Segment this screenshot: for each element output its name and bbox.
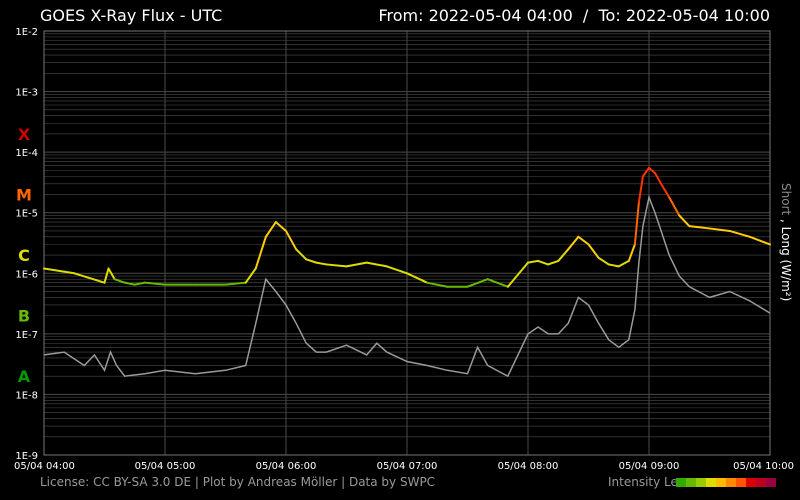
long-flux-segment xyxy=(506,261,529,288)
flare-class-labels: X M C B A xyxy=(16,125,32,386)
flare-class-x: X xyxy=(18,125,31,144)
long-flux-segment xyxy=(627,243,636,262)
long-flux-segment xyxy=(527,259,540,264)
long-flux-segment xyxy=(365,261,388,268)
long-flux-segment xyxy=(43,267,76,275)
long-flux-segment xyxy=(305,258,318,264)
intensity-legend-swatch xyxy=(756,478,766,487)
intensity-legend-label: Intensity Legend xyxy=(608,475,676,489)
long-flux-segment xyxy=(567,235,580,251)
long-flux-segment xyxy=(587,243,600,259)
intensity-legend-swatch xyxy=(686,478,696,487)
x-axis-tick-labels: 05/04 04:00 05/04 05:00 05/04 06:00 05/04 0… xyxy=(14,461,794,472)
long-flux-segment xyxy=(728,229,751,238)
long-flux-segment xyxy=(633,201,640,246)
long-flux-segment xyxy=(607,263,620,268)
y-tick-label: 1E-8 xyxy=(15,390,38,401)
long-flux-segment xyxy=(113,278,126,284)
xray-flux-chart: 1E-21E-31E-41E-51E-61E-71E-81E-9 XMCBA 0… xyxy=(14,27,794,472)
x-tick-label: 05/04 07:00 xyxy=(377,461,438,472)
y-tick-label: 1E-3 xyxy=(15,88,38,99)
x-tick-label: 05/04 09:00 xyxy=(619,461,680,472)
long-flux-segment xyxy=(641,166,650,178)
y-tick-label: 1E-6 xyxy=(15,269,38,280)
y-tick-label: 1E-2 xyxy=(15,27,38,38)
long-flux-segment xyxy=(406,272,429,284)
grid-lines xyxy=(43,30,771,456)
flare-class-c: C xyxy=(18,246,30,265)
y-tick-label: 1E-5 xyxy=(15,209,38,220)
x-tick-label: 05/04 06:00 xyxy=(256,461,317,472)
long-flux-segment xyxy=(426,281,449,288)
long-flux-segment xyxy=(103,267,110,284)
flare-class-b: B xyxy=(18,307,30,326)
long-flux-segment xyxy=(244,267,257,284)
intensity-legend-bar xyxy=(676,478,776,487)
long-flux-segment xyxy=(73,272,106,284)
intensity-legend-swatch xyxy=(736,478,746,487)
long-flux-segment xyxy=(654,172,663,185)
long-flux-segment xyxy=(660,182,671,199)
intensity-legend-swatch xyxy=(676,478,686,487)
y-tick-label: 1E-7 xyxy=(15,330,38,341)
credits-text: License: CC BY-SA 3.0 DE | Plot by Andre… xyxy=(40,475,436,489)
long-flux-segment xyxy=(617,259,630,268)
long-flux-segment xyxy=(345,261,368,268)
y-axis-tick-labels: 1E-21E-31E-41E-51E-61E-71E-81E-9 xyxy=(15,27,38,462)
long-flux-segment xyxy=(264,221,277,238)
long-flux-segment xyxy=(637,175,644,204)
intensity-legend-swatch xyxy=(746,478,756,487)
long-flux-segment xyxy=(285,229,298,251)
long-flux-segment xyxy=(107,267,116,281)
intensity-legend-swatch xyxy=(726,478,736,487)
flare-class-a: A xyxy=(18,367,31,386)
intensity-legend-swatch xyxy=(706,478,716,487)
intensity-legend-swatch xyxy=(766,478,776,487)
long-flux-segment xyxy=(274,221,287,232)
x-tick-label: 05/04 05:00 xyxy=(135,461,196,472)
long-flux-segment xyxy=(577,235,590,246)
y-axis-title-short: Short xyxy=(779,183,793,219)
long-flux-segment xyxy=(537,259,550,266)
long-flux-segment xyxy=(547,259,560,266)
long-flux-segment xyxy=(678,214,691,228)
x-tick-label: 05/04 04:00 xyxy=(14,461,75,472)
y-axis-title-sep: , xyxy=(779,219,793,227)
y-axis-label: Short , Long (W/m²) xyxy=(779,183,793,301)
y-tick-label: 1E-4 xyxy=(15,148,38,159)
long-flux-segment xyxy=(295,248,308,261)
long-flux-segment xyxy=(708,227,731,232)
x-tick-label: 05/04 10:00 xyxy=(733,461,794,472)
y-axis-title-long: Long (W/m²) xyxy=(779,227,793,302)
long-flux-segment xyxy=(385,265,408,275)
long-flux-segment xyxy=(597,256,610,266)
long-flux-segment xyxy=(748,235,771,246)
long-flux-segment xyxy=(315,261,328,266)
long-flux-segment xyxy=(325,263,348,268)
flare-class-m: M xyxy=(16,185,32,204)
long-flux-segment xyxy=(688,225,711,230)
long-flux-segment xyxy=(254,235,267,270)
intensity-legend-swatch xyxy=(696,478,706,487)
intensity-legend-swatch xyxy=(716,478,726,487)
x-tick-label: 05/04 08:00 xyxy=(498,461,559,472)
y-axis-title: Short , Long (W/m²) xyxy=(779,183,793,301)
